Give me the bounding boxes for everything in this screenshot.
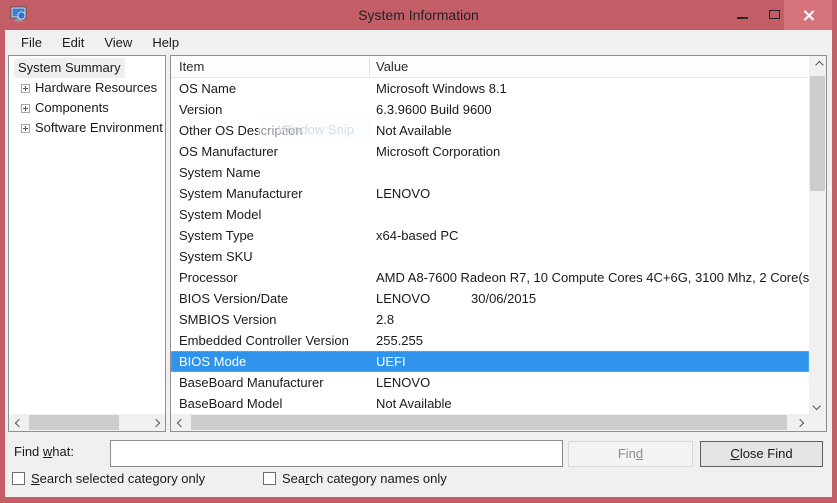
window-title: System Information <box>0 0 837 30</box>
titlebar[interactable]: System Information <box>0 0 837 30</box>
menu-file[interactable]: File <box>14 32 49 53</box>
table-row[interactable]: SMBIOS Version2.8 <box>171 309 809 330</box>
table-row[interactable]: System Typex64-based PC <box>171 225 809 246</box>
table-row[interactable]: Embedded Controller Version255.255 <box>171 330 809 351</box>
tree-hscroll-thumb[interactable] <box>29 415 119 430</box>
tree-item-software-environment[interactable]: Software Environment <box>9 118 165 138</box>
menu-edit[interactable]: Edit <box>55 32 91 53</box>
expand-plus-icon[interactable] <box>21 124 30 133</box>
table-vscroll-thumb[interactable] <box>810 76 825 191</box>
checkbox-search-category-names[interactable] <box>263 472 276 485</box>
search-category-names-option[interactable]: Search category names only <box>263 471 447 486</box>
column-header-item[interactable]: Item <box>179 56 204 78</box>
system-information-window: System Information File Edit View Help S… <box>0 0 837 503</box>
minimize-icon <box>737 17 748 19</box>
checkbox-label[interactable]: Search selected category only <box>31 471 205 486</box>
menu-view[interactable]: View <box>97 32 139 53</box>
bios-date: 30/06/2015 <box>471 288 536 309</box>
scroll-left-icon[interactable] <box>9 414 26 431</box>
close-find-button[interactable]: Close Find <box>700 441 823 467</box>
table-row[interactable]: Other OS DescriptionNot Available <box>171 120 809 141</box>
tree-horizontal-scrollbar[interactable] <box>9 414 165 431</box>
column-header-value[interactable]: Value <box>376 56 408 78</box>
client-area: File Edit View Help System Summary Hardw… <box>5 30 832 497</box>
table-row[interactable]: OS ManufacturerMicrosoft Corporation <box>171 141 809 162</box>
minimize-button[interactable] <box>726 0 758 29</box>
find-what-label: Find what: <box>14 444 74 459</box>
menu-bar: File Edit View Help <box>5 30 832 55</box>
table-rows: OS NameMicrosoft Windows 8.1 Version6.3.… <box>171 78 809 414</box>
table-row[interactable]: Version6.3.9600 Build 9600 <box>171 99 809 120</box>
table-row[interactable]: System ManufacturerLENOVO <box>171 183 809 204</box>
scroll-up-icon[interactable] <box>809 56 826 73</box>
find-input[interactable] <box>110 440 563 467</box>
category-tree-panel: System Summary Hardware Resources Compon… <box>8 55 166 432</box>
table-row[interactable]: OS NameMicrosoft Windows 8.1 <box>171 78 809 99</box>
scroll-left-icon[interactable] <box>171 414 188 431</box>
column-divider[interactable] <box>369 58 370 76</box>
close-button[interactable] <box>784 0 832 30</box>
table-row[interactable]: System Name <box>171 162 809 183</box>
table-row[interactable]: BaseBoard ModelNot Available <box>171 393 809 414</box>
table-row[interactable]: System SKU <box>171 246 809 267</box>
expand-plus-icon[interactable] <box>21 84 30 93</box>
table-header: Item Value <box>171 56 809 78</box>
category-tree: System Summary Hardware Resources Compon… <box>9 58 165 138</box>
tree-item-components[interactable]: Components <box>9 98 165 118</box>
search-selected-category-option[interactable]: Search selected category only <box>12 471 205 486</box>
close-icon <box>802 9 815 22</box>
menu-help[interactable]: Help <box>145 32 186 53</box>
table-row[interactable]: BaseBoard ManufacturerLENOVO <box>171 372 809 393</box>
table-vertical-scrollbar[interactable] <box>809 56 826 414</box>
tree-item-system-summary[interactable]: System Summary <box>9 58 165 78</box>
tree-item-hardware-resources[interactable]: Hardware Resources <box>9 78 165 98</box>
search-options-row: Search selected category only Search cat… <box>5 471 832 491</box>
checkbox-search-selected-category[interactable] <box>12 472 25 485</box>
scroll-right-icon[interactable] <box>792 414 809 431</box>
scroll-down-icon[interactable] <box>809 397 826 414</box>
maximize-icon <box>769 10 780 19</box>
scrollbar-corner <box>809 414 826 431</box>
table-hscroll-thumb[interactable] <box>191 415 787 430</box>
table-horizontal-scrollbar[interactable] <box>171 414 809 431</box>
table-row-selected[interactable]: BIOS ModeUEFI <box>171 351 809 372</box>
details-panel: Item Value OS NameMicrosoft Windows 8.1 … <box>170 55 827 432</box>
table-row[interactable]: System Model <box>171 204 809 225</box>
checkbox-label[interactable]: Search category names only <box>282 471 447 486</box>
expand-plus-icon[interactable] <box>21 104 30 113</box>
table-row[interactable]: BIOS Version/DateLENOVO30/06/2015 <box>171 288 809 309</box>
table-row[interactable]: ProcessorAMD A8-7600 Radeon R7, 10 Compu… <box>171 267 809 288</box>
scroll-right-icon[interactable] <box>148 414 165 431</box>
find-button[interactable]: Find <box>568 441 693 467</box>
